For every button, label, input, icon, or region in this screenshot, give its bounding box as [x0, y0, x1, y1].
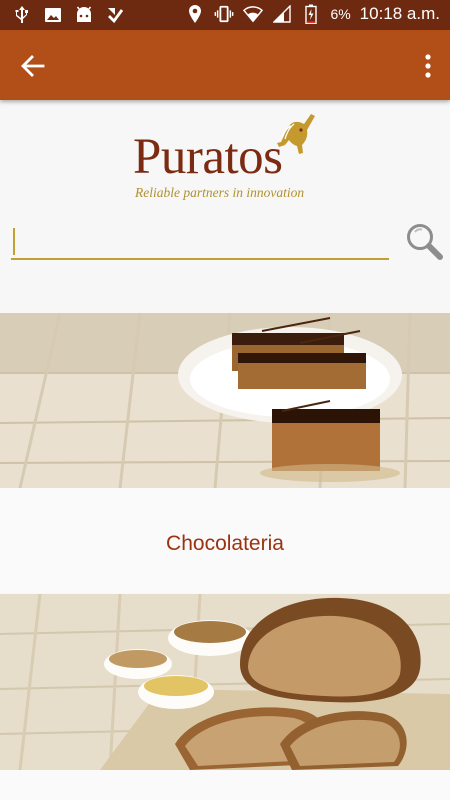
back-button[interactable] [18, 51, 48, 81]
vibrate-icon [214, 4, 234, 24]
system-icons: 6% 10:18 a.m. [185, 4, 440, 24]
battery-percent: 6% [330, 6, 351, 22]
puratos-logo: Puratos Reliable partners in innovation [133, 112, 323, 204]
signal-icon [272, 4, 292, 24]
usb-icon [12, 5, 32, 25]
battery-icon [301, 4, 321, 24]
search-icon [407, 224, 443, 260]
android-icon [74, 5, 94, 25]
text-cursor [13, 228, 15, 255]
app-bar [0, 30, 450, 100]
wifi-icon [243, 4, 264, 24]
status-bar: 6% 10:18 a.m. [0, 0, 450, 30]
category-label: Chocolateria [166, 532, 284, 555]
download-check-icon [105, 5, 125, 25]
category-card-chocolateria[interactable]: Chocolateria [0, 313, 450, 593]
bread-and-grains-photo [0, 594, 450, 770]
arrow-left-icon [21, 55, 45, 77]
image-icon [43, 5, 63, 25]
search-button[interactable] [403, 221, 445, 263]
logo-tagline: Reliable partners in innovation [135, 185, 305, 200]
category-card-bread[interactable] [0, 594, 450, 800]
notification-icons [12, 5, 125, 25]
search-input[interactable] [11, 222, 389, 260]
location-icon [185, 4, 205, 24]
more-vert-icon [425, 54, 431, 78]
overflow-menu-button[interactable] [420, 52, 436, 80]
logo-wordmark: Puratos [133, 129, 283, 185]
chocolate-cake-bars-photo [0, 313, 450, 488]
clock: 10:18 a.m. [359, 4, 440, 23]
